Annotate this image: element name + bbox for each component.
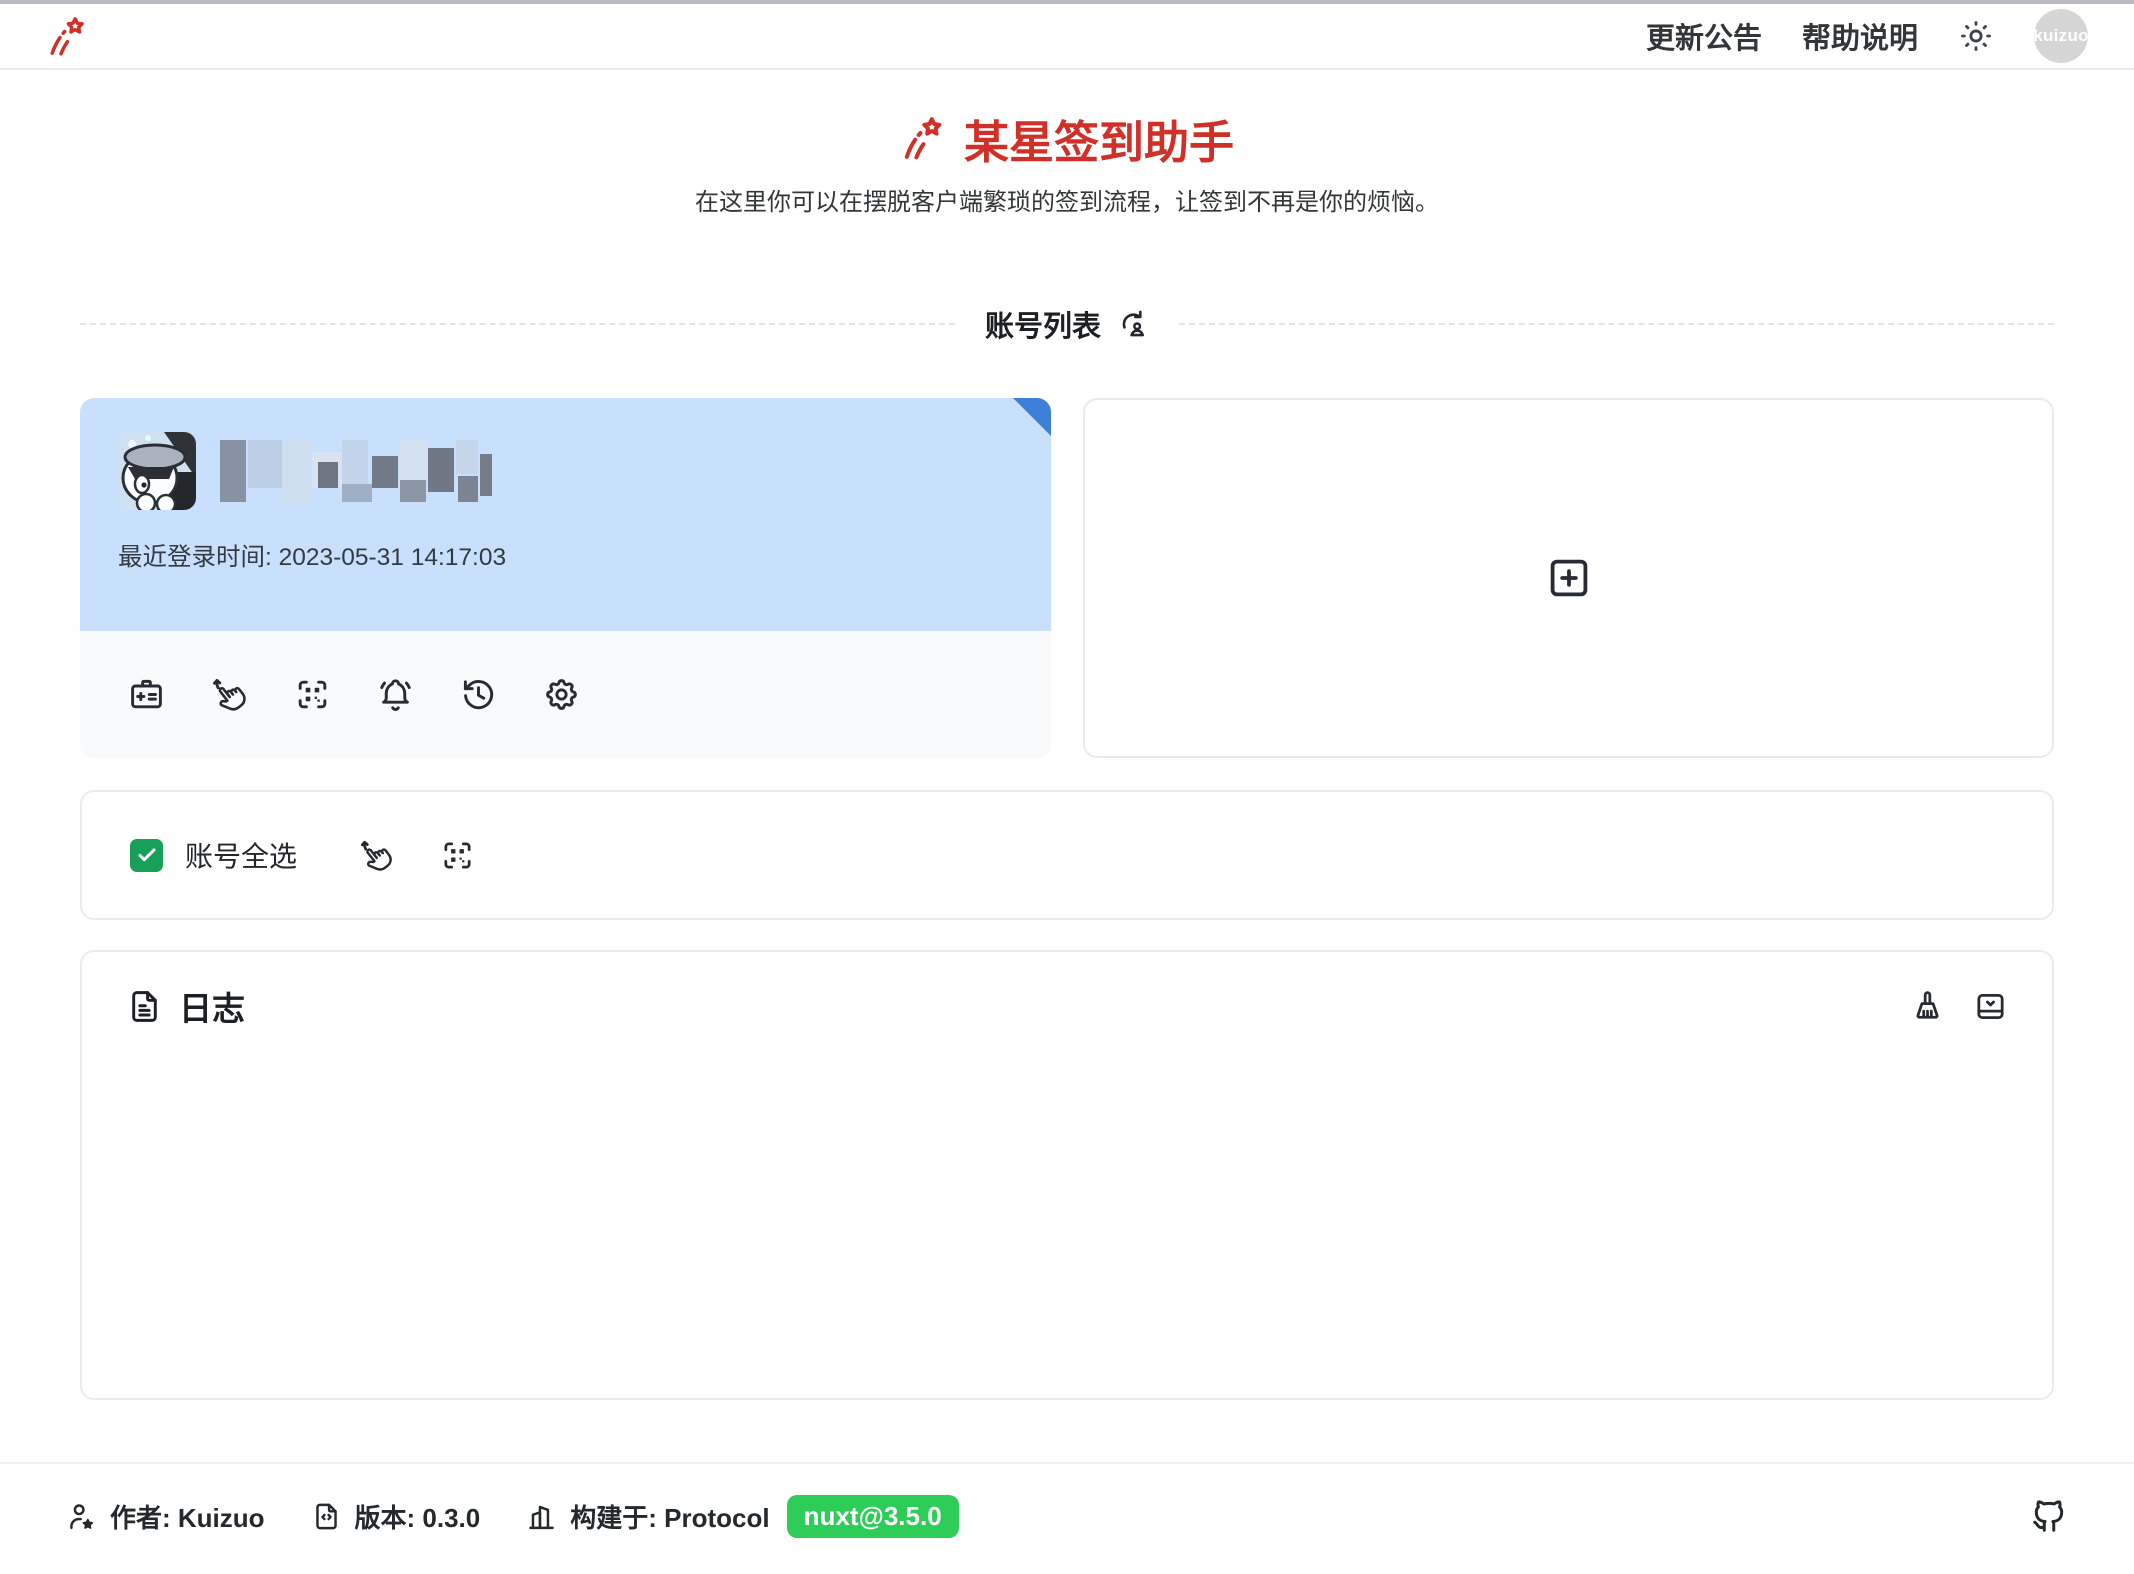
account-cards-grid: 最近登录时间: 2023-05-31 14:17:03	[80, 398, 2054, 758]
page-subtitle: 在这里你可以在摆脱客户端繁琐的签到流程，让签到不再是你的烦恼。	[0, 182, 2134, 216]
github-link[interactable]	[2030, 1497, 2068, 1535]
broom-icon	[1910, 989, 1945, 1024]
navbar-right: 更新公告 帮助说明 kuizuo	[1646, 9, 2088, 63]
qr-scan-icon	[440, 838, 475, 873]
theme-toggle-button[interactable]	[1958, 18, 1994, 54]
account-actions	[80, 631, 1051, 758]
main-content: 账号列表	[0, 302, 2134, 1400]
notification-button[interactable]	[377, 676, 414, 713]
log-panel: 日志	[80, 950, 2054, 1400]
bulk-actions	[359, 838, 475, 873]
file-text-icon	[126, 988, 163, 1025]
divider-line	[1179, 323, 2054, 325]
footer-version: 版本: 0.3.0	[311, 1498, 481, 1535]
nav-link-updates[interactable]: 更新公告	[1646, 15, 1762, 57]
shooting-star-icon	[900, 114, 948, 162]
account-card-info: 最近登录时间: 2023-05-31 14:17:03	[80, 398, 1051, 631]
log-tools	[1910, 989, 2008, 1024]
accounts-divider: 账号列表	[80, 302, 2054, 346]
add-account-card[interactable]	[1083, 398, 2054, 758]
footer-meta: 作者: Kuizuo 版本: 0.3.0 构建于: Protocol nuxt@…	[66, 1495, 959, 1538]
user-refresh-icon	[1117, 308, 1149, 340]
account-avatar	[118, 432, 196, 510]
nav-link-help[interactable]: 帮助说明	[1802, 15, 1918, 57]
file-code-icon	[311, 1501, 342, 1532]
navbar: 更新公告 帮助说明 kuizuo	[0, 4, 2134, 70]
selected-marker	[1013, 398, 1051, 436]
shooting-star-icon	[46, 14, 90, 58]
select-all-panel: 账号全选	[80, 790, 2054, 920]
qr-scan-icon	[294, 676, 331, 713]
accounts-section-header: 账号列表	[985, 303, 1149, 345]
history-button[interactable]	[460, 676, 497, 713]
log-header: 日志	[126, 982, 2008, 1030]
select-all-label: 账号全选	[185, 835, 297, 875]
footer-built-text: 构建于: Protocol	[570, 1498, 769, 1535]
app-logo[interactable]	[46, 14, 90, 58]
nuxt-badge: nuxt@3.5.0	[787, 1495, 959, 1538]
bulk-qr-sign-button[interactable]	[440, 838, 475, 873]
qr-sign-button[interactable]	[294, 676, 331, 713]
select-all-checkbox[interactable]	[130, 839, 163, 872]
account-card-selected[interactable]: 最近登录时间: 2023-05-31 14:17:03	[80, 398, 1051, 758]
log-title: 日志	[179, 982, 245, 1030]
plus-square-icon	[1545, 554, 1593, 602]
gear-icon	[543, 676, 580, 713]
hand-sign-icon	[211, 676, 248, 713]
building-icon	[526, 1501, 557, 1532]
footer: 作者: Kuizuo 版本: 0.3.0 构建于: Protocol nuxt@…	[0, 1462, 2134, 1568]
sign-in-button[interactable]	[211, 676, 248, 713]
last-login-time: 最近登录时间: 2023-05-31 14:17:03	[118, 538, 1013, 573]
page-title: 某星签到助手	[964, 106, 1234, 171]
settings-button[interactable]	[543, 676, 580, 713]
user-avatar[interactable]: kuizuo	[2034, 9, 2088, 63]
clear-log-button[interactable]	[1910, 989, 1945, 1024]
bell-icon	[377, 676, 414, 713]
page-title-row: 某星签到助手	[0, 110, 2134, 166]
page: 更新公告 帮助说明 kuizuo 某星签到助手 在这里你可以在摆脱客户端繁琐的签…	[0, 0, 2134, 1574]
account-head	[118, 432, 1013, 510]
sun-icon	[1958, 18, 1994, 54]
footer-author-text: 作者: Kuizuo	[110, 1498, 265, 1535]
footer-version-text: 版本: 0.3.0	[355, 1498, 481, 1535]
history-icon	[460, 676, 497, 713]
bulk-sign-in-button[interactable]	[359, 838, 394, 873]
archive-down-icon	[1973, 989, 2008, 1024]
footer-built: 构建于: Protocol nuxt@3.5.0	[526, 1495, 958, 1538]
check-icon	[135, 843, 159, 867]
refresh-accounts-button[interactable]	[1117, 308, 1149, 340]
footer-author: 作者: Kuizuo	[66, 1498, 265, 1535]
hand-sign-icon	[359, 838, 394, 873]
log-title-row: 日志	[126, 982, 245, 1030]
accounts-section-title: 账号列表	[985, 303, 1101, 345]
log-doc-icon-wrap	[126, 988, 163, 1025]
user-star-icon	[66, 1501, 97, 1532]
divider-line	[80, 323, 955, 325]
github-icon	[2030, 1497, 2068, 1535]
redacted-username	[220, 438, 492, 504]
collapse-log-button[interactable]	[1973, 989, 2008, 1024]
id-badge-add-icon	[128, 676, 165, 713]
add-credential-button[interactable]	[128, 676, 165, 713]
